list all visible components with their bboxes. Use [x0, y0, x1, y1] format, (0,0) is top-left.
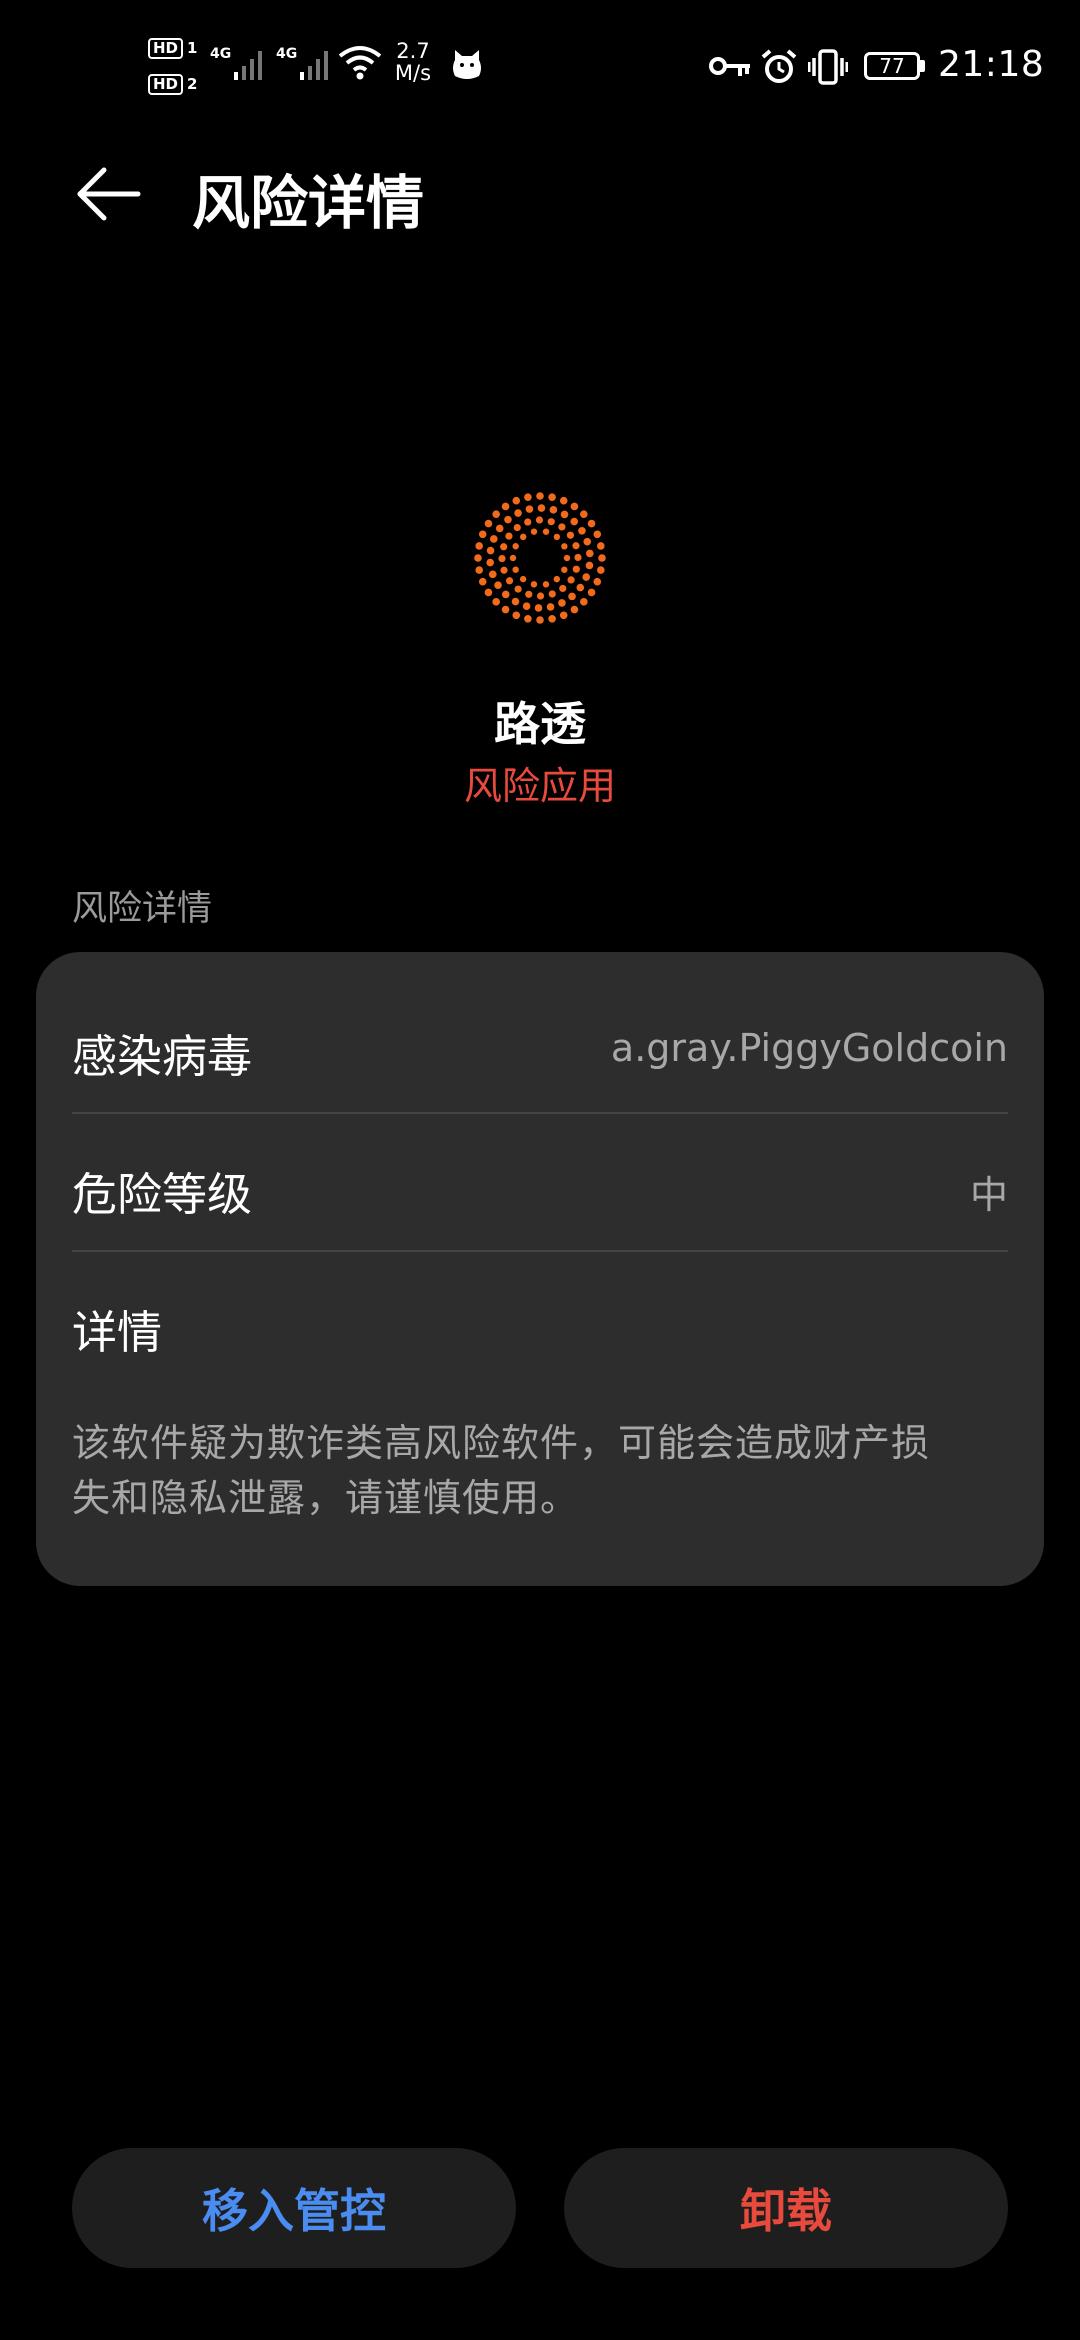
status-bar: HD 1 HD 2 4G 4G 2.7 M/s 77 21:18 [0, 0, 1080, 130]
section-heading: 风险详情 [72, 889, 213, 929]
risk-details-card: 感染病毒 a.gray.PiggyGoldcoin 危险等级 中 详情 该软件疑… [36, 952, 1044, 1586]
virus-value: a.gray.PiggyGoldcoin [610, 1026, 1008, 1070]
signal-icon [300, 51, 328, 80]
wifi-icon [338, 46, 382, 80]
hd-badge: HD [148, 38, 184, 59]
details-label: 详情 [72, 1306, 163, 1359]
row-divider [72, 1112, 1008, 1114]
description-line: 失和隐私泄露，请谨慎使用。 [72, 1476, 580, 1520]
battery-icon: 77 [864, 52, 920, 80]
battery-level: 77 [879, 54, 905, 78]
danger-level-label: 危险等级 [72, 1168, 253, 1221]
move-to-control-label: 移入管控 [202, 2184, 386, 2238]
signal-icon [234, 51, 262, 80]
app-logo-icon [474, 492, 606, 624]
cat-app-icon [453, 50, 481, 79]
vpn-key-icon [709, 57, 750, 76]
vibrate-icon [808, 49, 848, 85]
back-arrow-icon[interactable] [74, 164, 144, 224]
speed-value: 2.7 [396, 39, 430, 63]
network-speed: 2.7 M/s [388, 40, 438, 84]
alarm-icon [761, 49, 797, 83]
sim1-indicator: HD 1 [148, 38, 197, 59]
sim2-indicator: HD 2 [148, 74, 197, 95]
network-type-label: 4G [210, 46, 232, 62]
clock: 21:18 [938, 44, 1045, 85]
page-title: 风险详情 [192, 169, 425, 237]
hd-badge: HD [148, 74, 184, 95]
network-type-label: 4G [276, 46, 298, 62]
speed-unit: M/s [394, 61, 432, 85]
virus-label: 感染病毒 [72, 1030, 253, 1083]
move-to-control-button[interactable]: 移入管控 [72, 2148, 516, 2268]
sim-number: 2 [187, 75, 198, 93]
battery-tip [920, 60, 925, 72]
sim-number: 1 [187, 39, 198, 57]
row-divider [72, 1250, 1008, 1252]
uninstall-label: 卸载 [740, 2184, 832, 2238]
risk-status-label: 风险应用 [463, 764, 616, 808]
risk-description: 该软件疑为欺诈类高风险软件，可能会造成财产损 失和隐私泄露，请谨慎使用。 [72, 1416, 1012, 1526]
app-name: 路透 [494, 697, 586, 751]
description-line: 该软件疑为欺诈类高风险软件，可能会造成财产损 [72, 1421, 931, 1465]
uninstall-button[interactable]: 卸载 [564, 2148, 1008, 2268]
danger-level-value: 中 [969, 1173, 1008, 1217]
